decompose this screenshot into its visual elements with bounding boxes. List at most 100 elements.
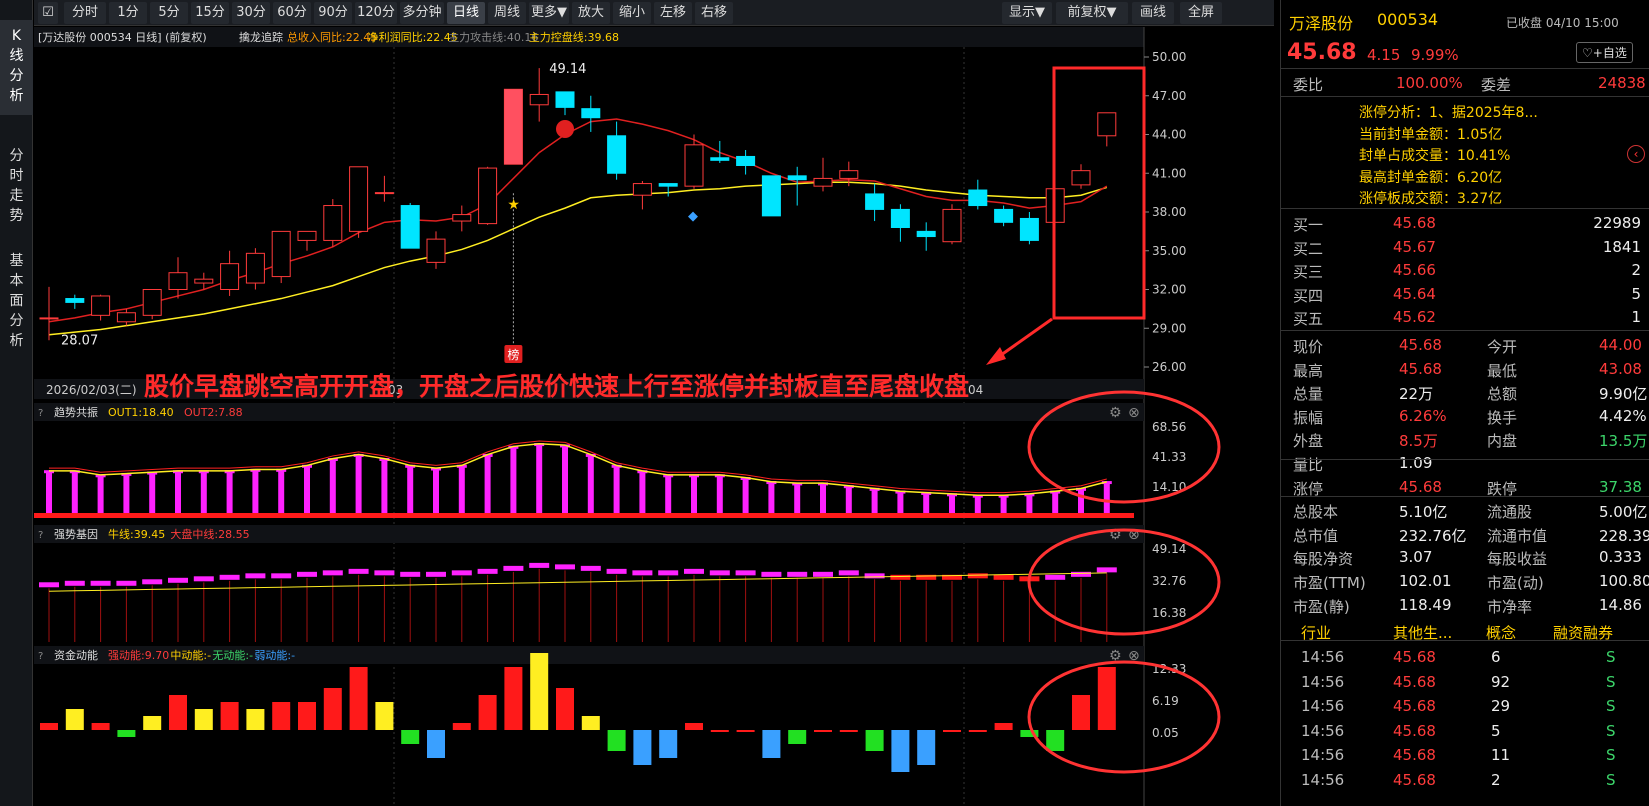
panel2-value: 牛线:39.45 xyxy=(108,527,165,541)
tick-volume: 2 xyxy=(1491,770,1501,789)
quote-value: 9.90亿 xyxy=(1599,385,1648,404)
period-button-4[interactable]: 30分 xyxy=(232,2,270,24)
panel2-block xyxy=(864,573,885,579)
panel3-bar xyxy=(504,667,523,730)
candle-body xyxy=(865,193,885,210)
period-button-15[interactable]: 右移 xyxy=(695,2,733,24)
panel1-bar xyxy=(665,476,672,517)
price-label: 32.00 xyxy=(1152,283,1186,297)
period-button-7[interactable]: 120分 xyxy=(355,2,397,24)
quote-value: 45.68 xyxy=(1399,477,1442,496)
quote-value: 1.09 xyxy=(1399,454,1433,472)
period-button-12[interactable]: 放大 xyxy=(572,2,610,24)
bid-volume: 22989 xyxy=(1593,214,1641,232)
panel2-block xyxy=(219,574,240,580)
panel1-bar xyxy=(407,466,414,517)
period-button-0[interactable]: 分时 xyxy=(64,2,106,24)
divider xyxy=(1281,640,1649,641)
divider xyxy=(1281,68,1649,69)
panel3-bar xyxy=(272,702,291,730)
indicator-name: 擒龙追踪 xyxy=(239,30,283,44)
main-title: [万达股份 000534 日线] (前复权) xyxy=(38,30,207,44)
bid-price: 45.67 xyxy=(1393,237,1436,256)
panel3-bar xyxy=(117,730,136,737)
period-button-6[interactable]: 90分 xyxy=(314,2,352,24)
period-button-14[interactable]: 左移 xyxy=(654,2,692,24)
quote-label: 最低 xyxy=(1487,361,1518,380)
quote-value: 5.00亿 xyxy=(1599,503,1648,522)
bid-volume: 1 xyxy=(1631,308,1641,326)
limit-line: 最高封单金额：6.20亿 xyxy=(1359,169,1503,186)
tab-char: 析 xyxy=(9,88,24,104)
tick-time: 14:56 xyxy=(1301,672,1345,691)
toolbar-right-button-0[interactable]: 显示▼ xyxy=(1002,2,1052,24)
panel3-bar xyxy=(581,716,600,730)
gear-icon: ⚙ xyxy=(1109,405,1122,421)
candle-body xyxy=(529,93,549,106)
panel1-value: OUT1:18.40 xyxy=(108,406,174,419)
tab-fundamental[interactable]: 基本面分析 xyxy=(0,245,33,355)
quote-label: 总市值 xyxy=(1293,526,1339,545)
panel2-block xyxy=(890,574,911,580)
panel2-block xyxy=(426,571,446,577)
period-button-9[interactable]: 日线 xyxy=(447,2,485,24)
period-button-5[interactable]: 60分 xyxy=(273,2,311,24)
panel3-value: 强动能:9.70 xyxy=(108,648,169,662)
bang-label: 榜 xyxy=(507,347,519,362)
period-button-13[interactable]: 缩小 xyxy=(613,2,651,24)
tab-char: 势 xyxy=(9,208,24,224)
market-status: 已收盘 04/10 15:00 xyxy=(1506,16,1619,30)
panel3-bar xyxy=(917,730,936,765)
help-icon: ? xyxy=(38,651,43,662)
panel1-bar xyxy=(871,489,878,517)
tick-side: S xyxy=(1606,721,1616,740)
period-button-3[interactable]: 15分 xyxy=(191,2,229,24)
panel3-bar xyxy=(169,695,187,730)
period-button-11[interactable]: 更多▼ xyxy=(529,2,569,24)
panel1-bar xyxy=(226,472,233,517)
candle-body xyxy=(761,175,781,217)
quote-label: 市盈(TTM) xyxy=(1293,574,1366,592)
heart-icon: ♡ xyxy=(1582,46,1593,60)
quote-value: 45.68 xyxy=(1399,359,1442,378)
select-icon[interactable]: ☑ xyxy=(38,2,58,24)
period-button-2[interactable]: 5分 xyxy=(150,2,188,24)
tick-time: 14:56 xyxy=(1301,697,1345,715)
header-item: 总收入同比:22.45 xyxy=(287,30,377,44)
toolbar-right-button-1[interactable]: 前复权▼ xyxy=(1056,2,1128,24)
quote-value: 14.86 xyxy=(1599,595,1642,614)
quote-label: 每股收益 xyxy=(1487,550,1548,569)
panel3-bar xyxy=(736,730,755,732)
panel1-axis: 41.33 xyxy=(1152,450,1186,464)
period-button-1[interactable]: 1分 xyxy=(109,2,147,24)
tick-volume: 5 xyxy=(1491,721,1501,740)
tab-kline-analysis[interactable]: K线分析 xyxy=(0,20,33,115)
panel2-block xyxy=(477,568,498,574)
panel2-block xyxy=(761,571,782,577)
period-button-10[interactable]: 周线 xyxy=(488,2,526,24)
panel3-axis: 0.05 xyxy=(1152,726,1179,740)
tab-char: 时 xyxy=(9,168,24,184)
add-watchlist-button[interactable]: ♡+自选 xyxy=(1576,42,1633,63)
toolbar-right-button-3[interactable]: 全屏 xyxy=(1180,2,1222,24)
kline-chart[interactable]: [万达股份 000534 日线] (前复权) 擒龙追踪 总收入同比:22.45 净利润… xyxy=(34,27,1274,806)
limit-line: 涨停分析：1、据2025年8... xyxy=(1359,105,1538,121)
tick-time: 14:56 xyxy=(1301,746,1345,764)
bid-label: 买三 xyxy=(1293,263,1324,281)
quote-label: 总额 xyxy=(1487,385,1518,404)
candle-body xyxy=(194,278,214,284)
panel1-bar xyxy=(200,472,207,517)
period-button-8[interactable]: 多分钟 xyxy=(400,2,444,24)
panel1-bar xyxy=(71,472,78,517)
chevron-left-icon[interactable]: ‹ xyxy=(1627,145,1645,163)
price-label: 50.00 xyxy=(1152,50,1186,64)
panel1-bar xyxy=(691,476,697,517)
panel3-bar xyxy=(375,702,394,730)
panel2-block xyxy=(503,565,524,571)
tab-intraday[interactable]: 分时走势 xyxy=(0,140,33,230)
tick-side: S xyxy=(1606,672,1616,691)
bid-price: 45.66 xyxy=(1393,261,1436,279)
divider xyxy=(1281,459,1649,460)
candle-body xyxy=(349,166,369,232)
toolbar-right-button-2[interactable]: 画线 xyxy=(1132,2,1174,24)
